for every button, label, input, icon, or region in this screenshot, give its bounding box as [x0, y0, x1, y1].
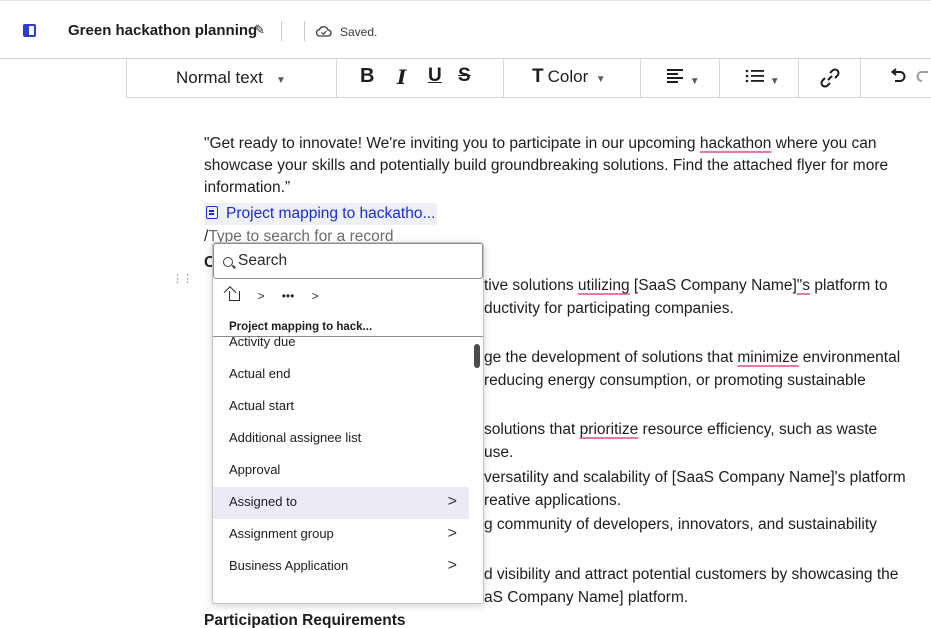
list-item-label: Additional assignee list — [229, 430, 362, 445]
redo-button[interactable] — [915, 67, 931, 90]
text-color-icon: T — [532, 66, 544, 87]
bold-button[interactable]: B — [360, 65, 374, 88]
doc-line: ductivity for participating companies. — [484, 300, 734, 317]
list-item-label: Assignment group — [229, 526, 334, 541]
record-picker: > ••• > Project mapping to hack... Activ… — [212, 242, 484, 604]
chevron-right-icon: > — [447, 557, 457, 574]
insert-link-button[interactable] — [819, 67, 841, 94]
chevron-right-icon: > — [447, 525, 457, 542]
chevron-down-icon: ▼ — [689, 76, 700, 87]
divider — [860, 59, 861, 97]
breadcrumb-separator: > — [257, 289, 265, 303]
list-item-label: Actual end — [229, 366, 291, 381]
doc-text: resource efficiency, such as waste — [638, 421, 878, 438]
record-link[interactable]: Project mapping to hackatho... — [204, 203, 438, 225]
strikethrough-button[interactable]: S — [458, 65, 471, 87]
doc-text: environmental — [798, 349, 901, 366]
misspelled-word: utilizing — [577, 277, 630, 294]
doc-text: ge the development of solutions that — [484, 349, 738, 366]
record-link-label: Project mapping to hackatho... — [226, 205, 436, 222]
list-item[interactable]: Business Application > — [213, 551, 469, 583]
misspelled-word: prioritize — [579, 421, 639, 438]
underline-button[interactable]: U — [428, 65, 442, 87]
cloud-icon — [316, 26, 332, 37]
undo-button[interactable] — [889, 67, 907, 90]
doc-line: solutions that prioritize resource effic… — [484, 419, 877, 441]
document-body[interactable]: "Get ready to innovate! We're inviting y… — [204, 133, 919, 199]
link-icon — [820, 68, 840, 88]
doc-line: use. — [484, 444, 514, 461]
search-input[interactable] — [238, 252, 468, 270]
intro-paragraph: "Get ready to innovate! We're inviting y… — [204, 133, 916, 199]
doc-text: solutions that — [484, 421, 580, 438]
divider — [503, 59, 504, 97]
top-divider — [0, 0, 931, 1]
list-icon — [745, 69, 764, 83]
misspelled-word: "s — [796, 277, 811, 294]
list-item[interactable]: Additional assignee list — [213, 423, 469, 455]
doc-line: reducing energy consumption, or promotin… — [484, 372, 866, 389]
doc-text: tive solutions — [484, 277, 578, 294]
list-item[interactable]: Assignment group > — [213, 519, 469, 551]
list-button[interactable]: ▼ — [745, 68, 780, 89]
list-item-label: Actual start — [229, 398, 295, 413]
align-icon — [667, 69, 683, 83]
list-item-label: Business Application — [229, 558, 349, 573]
misspelled-word: hackathon — [699, 135, 772, 152]
doc-line: tive solutions utilizing [SaaS Company N… — [484, 275, 888, 297]
search-icon — [223, 257, 233, 267]
panel-toggle-icon[interactable] — [23, 24, 36, 37]
italic-button[interactable]: I — [397, 65, 406, 89]
divider — [304, 21, 305, 41]
doc-line: reative applications. — [484, 492, 621, 509]
breadcrumb-more[interactable]: ••• — [282, 289, 295, 303]
divider — [281, 21, 282, 41]
breadcrumb: > ••• > — [229, 289, 333, 303]
list-item-label: Assigned to — [229, 494, 297, 509]
text-color-label: Color — [547, 67, 589, 86]
breadcrumb-separator: > — [311, 289, 319, 303]
divider — [719, 59, 720, 97]
undo-icon — [890, 68, 906, 82]
chevron-down-icon: ▼ — [769, 76, 780, 87]
list-item[interactable]: Actual start — [213, 391, 469, 423]
chevron-down-icon: ▼ — [267, 75, 286, 86]
divider — [798, 59, 799, 97]
list-item[interactable]: Activity due — [213, 327, 469, 359]
section-heading: Participation Requirements — [204, 612, 406, 628]
doc-text: [SaaS Company Name] — [629, 277, 797, 294]
search-box — [213, 243, 483, 279]
doc-line: d visibility and attract potential custo… — [484, 566, 899, 583]
save-status: Saved. — [340, 25, 378, 39]
doc-line: g community of developers, innovators, a… — [484, 516, 877, 533]
text-format-select[interactable]: Normal text ▼ — [176, 68, 286, 88]
formatting-toolbar: Normal text ▼ B I U S T Color ▼ ▼ ▼ — [126, 59, 931, 98]
doc-text: platform to — [810, 277, 888, 294]
list-item[interactable]: Actual end — [213, 359, 469, 391]
text-color-button[interactable]: T Color ▼ — [532, 66, 606, 88]
list-item-label: Approval — [229, 462, 281, 477]
list-item[interactable]: Approval — [213, 455, 469, 487]
top-bar: Green hackathon planning ✎ Saved. — [0, 0, 931, 59]
doc-line: ge the development of solutions that min… — [484, 347, 900, 369]
redo-icon — [916, 71, 928, 82]
intro-text-start: "Get ready to innovate! We're inviting y… — [204, 135, 700, 152]
home-icon[interactable] — [229, 291, 240, 301]
text-format-label: Normal text — [176, 68, 263, 87]
chevron-right-icon: > — [447, 493, 457, 510]
misspelled-word: minimize — [737, 349, 799, 366]
align-button[interactable]: ▼ — [667, 68, 700, 89]
chevron-down-icon: ▼ — [592, 74, 606, 85]
scrollbar-thumb[interactable] — [474, 344, 480, 368]
document-icon — [206, 206, 218, 219]
divider — [640, 59, 641, 97]
doc-line: versatility and scalability of [SaaS Com… — [484, 469, 906, 486]
list-item-label: Activity due — [229, 334, 296, 349]
drag-handle-icon[interactable]: ⋮⋮ — [172, 272, 193, 285]
divider — [336, 59, 337, 97]
document-title[interactable]: Green hackathon planning — [68, 22, 257, 39]
pencil-icon[interactable]: ✎ — [254, 22, 265, 38]
doc-line: aS Company Name] platform. — [484, 589, 689, 606]
list-item[interactable]: Assigned to > — [213, 487, 469, 519]
